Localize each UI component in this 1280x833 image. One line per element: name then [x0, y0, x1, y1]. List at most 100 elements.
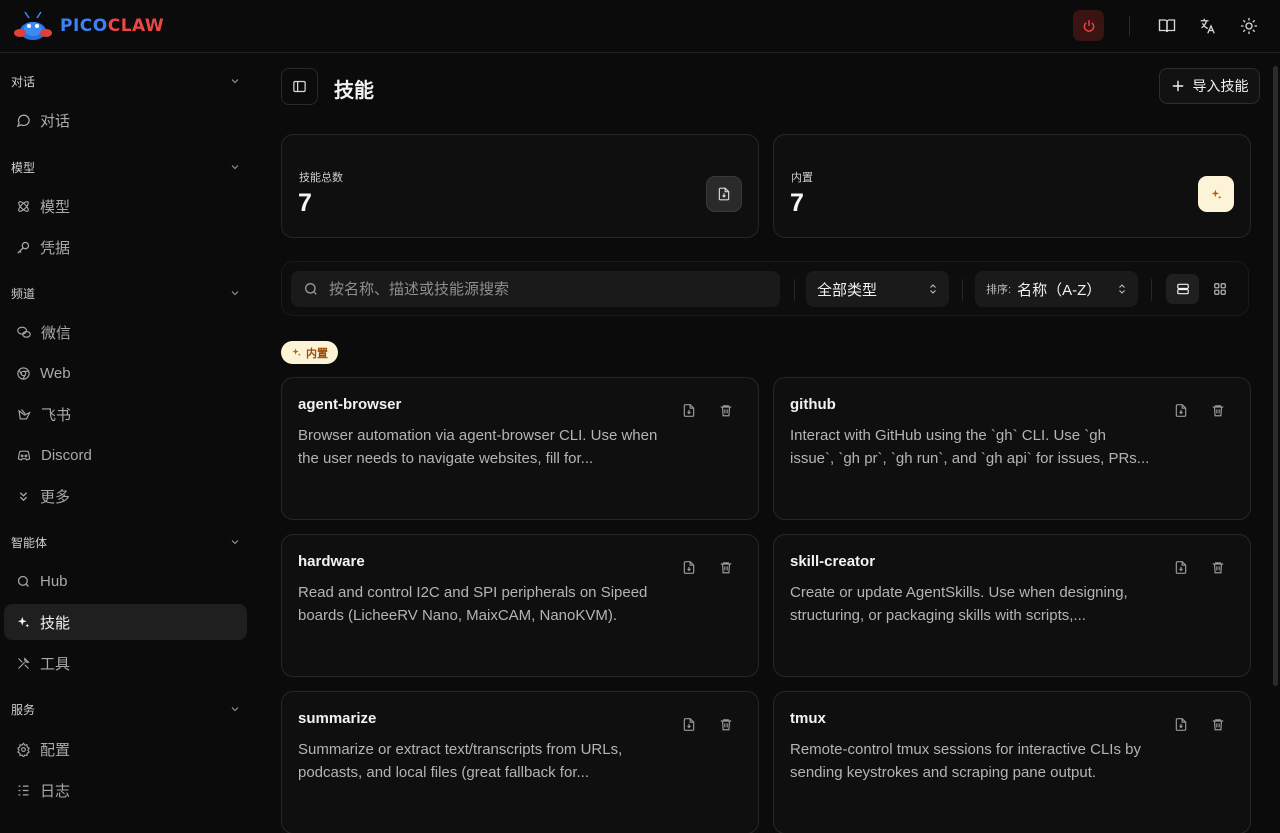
sidebar-section-model[interactable]: 模型: [11, 155, 241, 179]
chevron-down-icon: [231, 291, 239, 296]
skill-card[interactable]: tmux Remote-control tmux sessions for in…: [773, 691, 1251, 833]
sidebar-toggle-button[interactable]: [281, 68, 318, 105]
sort-select[interactable]: 排序: 名称（A-Z）: [975, 271, 1138, 307]
sidebar-item-label: 更多: [40, 488, 71, 506]
sidebar-item-label: 模型: [40, 198, 71, 216]
file-icon: [683, 717, 695, 731]
trash-icon: [720, 561, 732, 573]
grid-icon: [1213, 283, 1226, 295]
sidebar-section-title: 服务: [11, 702, 36, 717]
sidebar-item-credentials[interactable]: 凭据: [4, 229, 247, 265]
rows-icon: [1176, 283, 1189, 295]
delete-skill-button[interactable]: [1208, 714, 1228, 734]
view-skill-button[interactable]: [679, 400, 699, 420]
docs-button[interactable]: [1152, 11, 1182, 41]
sidebar-item-skills[interactable]: 技能: [4, 604, 247, 640]
sidebar-item-config[interactable]: 配置: [4, 731, 247, 767]
view-skill-button[interactable]: [679, 714, 699, 734]
chevrons-down-icon: [19, 491, 28, 501]
language-button[interactable]: [1193, 11, 1223, 41]
sidebar-item-chat[interactable]: 对话: [4, 102, 247, 138]
file-icon: [718, 187, 730, 201]
sidebar-item-hub[interactable]: Hub: [4, 563, 247, 599]
translate-icon: [1200, 18, 1215, 33]
type-filter-value: 全部类型: [817, 281, 878, 299]
skill-description: Interact with GitHub using the `gh` CLI.…: [790, 427, 1150, 467]
list-icon: [18, 785, 29, 795]
sidebar-section-title: 对话: [11, 74, 36, 89]
view-skill-button[interactable]: [1171, 714, 1191, 734]
brand-logo-link[interactable]: PICOCLAW: [12, 9, 164, 43]
sparkles-icon: [17, 616, 30, 627]
trash-icon: [720, 404, 732, 416]
sidebar-section-chat[interactable]: 对话: [11, 69, 241, 93]
list-view-button[interactable]: [1166, 274, 1199, 304]
skill-name: hardware: [298, 553, 365, 570]
view-skill-button[interactable]: [679, 557, 699, 577]
skill-card[interactable]: github Interact with GitHub using the `g…: [773, 377, 1251, 520]
sidebar-item-web[interactable]: Web: [4, 355, 247, 391]
sidebar-item-wechat[interactable]: 微信: [4, 314, 247, 350]
search-input[interactable]: [329, 280, 769, 298]
stat-label: 技能总数: [299, 172, 343, 184]
file-icon: [1175, 560, 1187, 574]
skill-card[interactable]: skill-creator Create or update AgentSkil…: [773, 534, 1251, 677]
sidebar-section-title: 模型: [11, 160, 36, 175]
sidebar-item-logs[interactable]: 日志: [4, 772, 247, 808]
stat-card-builtin: 内置 7: [773, 134, 1251, 238]
skill-card[interactable]: summarize Summarize or extract text/tran…: [281, 691, 759, 833]
sidebar-section-service[interactable]: 服务: [11, 697, 241, 721]
sidebar-item-label: 日志: [40, 782, 71, 800]
skill-name: github: [790, 396, 836, 413]
book-open-icon: [1158, 18, 1176, 32]
top-bar: PICOCLAW: [0, 0, 1280, 53]
import-skill-button[interactable]: 导入技能: [1159, 68, 1260, 104]
search-box: [291, 271, 780, 307]
delete-skill-button[interactable]: [716, 400, 736, 420]
delete-skill-button[interactable]: [1208, 557, 1228, 577]
view-skill-button[interactable]: [1171, 557, 1191, 577]
search-icon: [305, 283, 317, 295]
sort-prefix-label: 排序:: [986, 284, 1012, 296]
trash-icon: [1212, 404, 1224, 416]
skill-card[interactable]: hardware Read and control I2C and SPI pe…: [281, 534, 759, 677]
toolbar-divider: [794, 279, 795, 301]
delete-skill-button[interactable]: [1208, 400, 1228, 420]
chevrons-up-down-icon: [930, 284, 936, 294]
delete-skill-button[interactable]: [716, 557, 736, 577]
sidebar-section-channels[interactable]: 频道: [11, 281, 241, 305]
gear-icon: [17, 741, 30, 757]
delete-skill-button[interactable]: [716, 714, 736, 734]
type-filter-select[interactable]: 全部类型: [806, 271, 949, 307]
grid-view-button[interactable]: [1203, 274, 1236, 304]
lobster-logo-icon: [14, 11, 52, 40]
toolbar-divider: [1129, 15, 1130, 36]
page-scrollbar[interactable]: [1273, 66, 1278, 686]
trash-icon: [1212, 561, 1224, 573]
sidebar-item-label: 工具: [40, 655, 71, 673]
search-icon: [17, 575, 29, 587]
sidebar-section-agents[interactable]: 智能体: [11, 530, 241, 554]
skill-name: tmux: [790, 710, 826, 727]
sidebar-item-label: Web: [40, 364, 71, 382]
skill-description: Browser automation via agent-browser CLI…: [298, 427, 658, 467]
theme-toggle-button[interactable]: [1234, 11, 1264, 41]
sidebar-item-label: 对话: [40, 112, 71, 130]
sidebar-item-tools[interactable]: 工具: [4, 645, 247, 681]
sidebar-item-label: 配置: [40, 741, 71, 759]
skill-name: agent-browser: [298, 396, 402, 413]
sparkles-icon: [1211, 189, 1221, 199]
sidebar-item-label: 微信: [41, 324, 72, 342]
sparkles-icon: [292, 348, 301, 357]
sidebar-item-feishu[interactable]: 飞书: [4, 396, 247, 432]
sidebar-item-model[interactable]: 模型: [4, 188, 247, 224]
view-skill-button[interactable]: [1171, 400, 1191, 420]
badge-label: 内置: [306, 347, 328, 360]
chevron-down-icon: [231, 540, 239, 545]
skill-card[interactable]: agent-browser Browser automation via age…: [281, 377, 759, 520]
power-button[interactable]: [1073, 10, 1104, 41]
sidebar-item-discord[interactable]: Discord: [4, 437, 247, 473]
plus-icon: [1172, 80, 1183, 92]
sidebar-item-more[interactable]: 更多: [4, 478, 247, 514]
skill-description: Remote-control tmux sessions for interac…: [790, 741, 1141, 781]
